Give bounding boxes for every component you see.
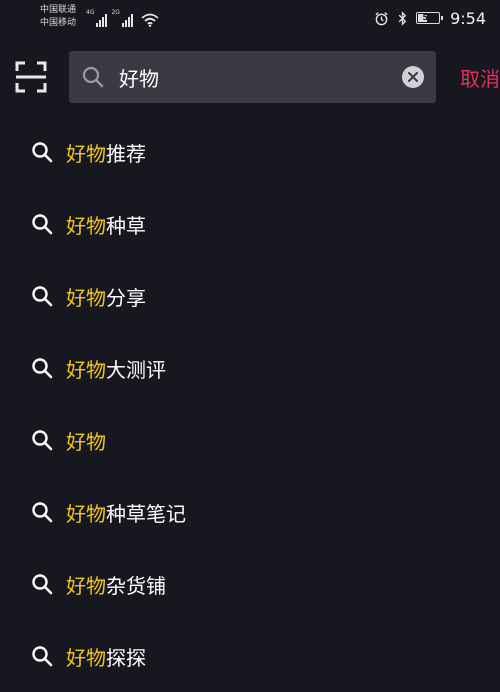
search-icon xyxy=(32,358,53,379)
suggestion-text: 好物种草笔记 xyxy=(66,498,186,527)
system-icons: 50 9:54 xyxy=(374,8,486,28)
battery-icon: 50 xyxy=(416,12,444,24)
search-input[interactable] xyxy=(119,61,389,93)
status-bar: 中国联通 中国移动 4G 2G 50 9:54 xyxy=(0,0,500,36)
network-type-2: 2G xyxy=(111,9,120,16)
search-icon xyxy=(81,65,105,89)
suggestion-highlight: 好物 xyxy=(66,141,106,166)
suggestion-list: 好物推荐 好物种草 好物分享 好物大测评 好物 好物种草笔记 好物杂货铺 好物探… xyxy=(0,116,500,692)
suggestion-rest: 杂货铺 xyxy=(106,573,166,598)
signal-1-icon xyxy=(96,13,108,27)
clear-icon xyxy=(408,72,418,82)
search-icon xyxy=(32,430,53,451)
network-type-1: 4G xyxy=(86,9,95,16)
suggestion-item[interactable]: 好物探探 xyxy=(0,620,500,692)
cancel-button[interactable]: 取消 xyxy=(460,63,500,92)
battery-percent: 50 xyxy=(422,13,434,22)
suggestion-item[interactable]: 好物大测评 xyxy=(0,332,500,404)
search-icon xyxy=(32,286,53,307)
suggestion-highlight: 好物 xyxy=(66,573,106,598)
suggestion-text: 好物种草 xyxy=(66,210,146,239)
search-icon xyxy=(32,574,53,595)
suggestion-item[interactable]: 好物分享 xyxy=(0,260,500,332)
scan-button[interactable] xyxy=(13,59,49,95)
suggestion-text: 好物探探 xyxy=(66,642,146,671)
suggestion-item[interactable]: 好物种草笔记 xyxy=(0,476,500,548)
bluetooth-icon xyxy=(398,10,407,26)
suggestion-highlight: 好物 xyxy=(66,285,106,310)
suggestion-rest: 种草笔记 xyxy=(106,501,186,526)
search-bar xyxy=(69,51,436,103)
suggestion-item[interactable]: 好物推荐 xyxy=(0,116,500,188)
suggestion-text: 好物 xyxy=(66,426,106,455)
carrier-1: 中国联通 xyxy=(40,5,77,15)
suggestion-text: 好物推荐 xyxy=(66,138,146,167)
signal-2-icon xyxy=(121,13,133,27)
search-icon xyxy=(32,502,53,523)
status-time: 9:54 xyxy=(450,8,486,28)
suggestion-rest: 推荐 xyxy=(106,141,146,166)
carrier-info: 中国联通 中国移动 xyxy=(40,4,76,30)
suggestion-highlight: 好物 xyxy=(66,645,106,670)
suggestion-text: 好物分享 xyxy=(66,282,146,311)
search-icon xyxy=(32,214,53,235)
suggestion-rest: 种草 xyxy=(106,213,146,238)
suggestion-item[interactable]: 好物 xyxy=(0,404,500,476)
suggestion-highlight: 好物 xyxy=(66,213,106,238)
suggestion-rest: 大测评 xyxy=(106,357,166,382)
suggestion-text: 好物杂货铺 xyxy=(66,570,166,599)
wifi-icon xyxy=(141,13,159,27)
suggestion-highlight: 好物 xyxy=(66,357,106,382)
alarm-icon xyxy=(375,11,388,25)
clear-button[interactable] xyxy=(402,66,424,88)
suggestion-highlight: 好物 xyxy=(66,429,106,454)
carrier-2: 中国移动 xyxy=(40,18,77,28)
search-icon xyxy=(32,142,53,163)
suggestion-highlight: 好物 xyxy=(66,501,106,526)
suggestion-rest: 探探 xyxy=(106,645,146,670)
network-indicators: 4G 2G xyxy=(86,9,159,27)
search-icon xyxy=(32,646,53,667)
suggestion-item[interactable]: 好物杂货铺 xyxy=(0,548,500,620)
suggestion-text: 好物大测评 xyxy=(66,354,166,383)
suggestion-rest: 分享 xyxy=(106,285,146,310)
suggestion-item[interactable]: 好物种草 xyxy=(0,188,500,260)
scan-icon xyxy=(15,61,47,93)
